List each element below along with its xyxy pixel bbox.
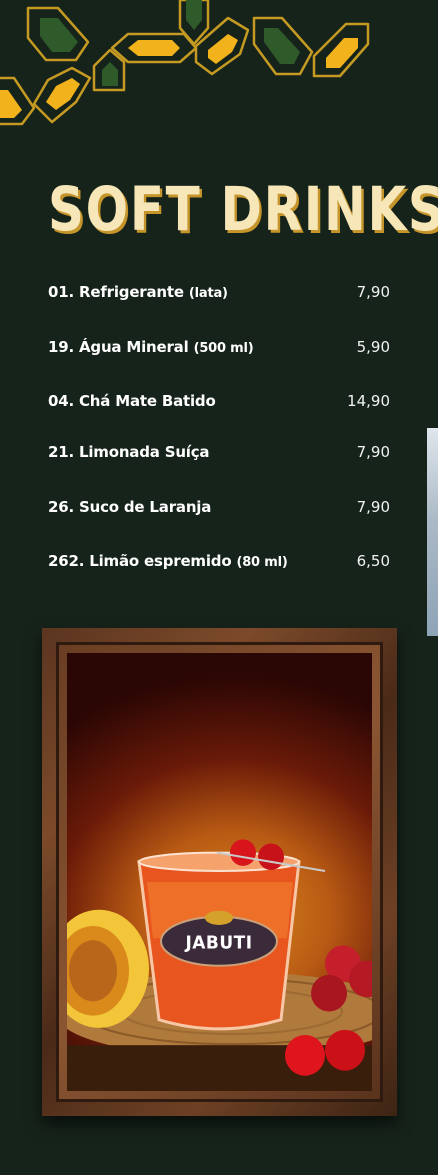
adjacent-page-edge [427, 428, 438, 636]
passion-fruit-seeds [69, 940, 117, 1002]
frame-inner-border: JABUTI [56, 642, 383, 1102]
menu-item: 21. Limonada Suíça 7,90 [48, 432, 390, 472]
glass-logo-text: JABUTI [184, 933, 252, 953]
strawberry [311, 974, 347, 1012]
menu-item: 262. Limão espremido (80 ml) 6,50 [48, 541, 390, 581]
menu-item-price: 14,90 [347, 392, 390, 410]
menu-item-name: 01. Refrigerante (lata) [48, 283, 228, 301]
menu-item: 01. Refrigerante (lata) 7,90 [48, 272, 390, 312]
menu-item-name: 21. Limonada Suíça [48, 443, 210, 461]
menu-item-price: 6,50 [356, 552, 390, 570]
menu-item-name: 04. Chá Mate Batido [48, 392, 216, 410]
acerola [325, 1029, 365, 1071]
menu-item-price: 7,90 [356, 283, 390, 301]
wooden-picture-frame: JABUTI [42, 628, 397, 1116]
menu-item: 19. Água Mineral (500 ml) 5,90 [48, 327, 390, 367]
section-title: SOFT DRINKS [48, 174, 438, 245]
menu-item-name: 19. Água Mineral (500 ml) [48, 338, 254, 356]
menu-item-name: 26. Suco de Laranja [48, 498, 212, 516]
decorative-pattern [0, 0, 370, 126]
menu-item-note: (lata) [188, 286, 228, 301]
cherry [258, 843, 284, 870]
glass-logo-eye [205, 910, 233, 925]
menu-item-price: 7,90 [356, 443, 390, 461]
menu-item-note: (80 ml) [236, 555, 288, 570]
menu-item-note: (500 ml) [193, 341, 254, 356]
menu-item-price: 7,90 [356, 498, 390, 516]
drink-illustration: JABUTI [67, 839, 372, 1091]
menu-item: 26. Suco de Laranja 7,90 [48, 487, 390, 527]
menu-item-price: 5,90 [356, 338, 390, 356]
menu-item-name: 262. Limão espremido (80 ml) [48, 552, 288, 570]
menu-item: 04. Chá Mate Batido 14,90 [48, 381, 390, 421]
acerola [285, 1034, 325, 1076]
drink-photo: JABUTI [67, 653, 372, 1091]
pattern-gold-piece [128, 40, 180, 56]
cherry [230, 839, 256, 866]
